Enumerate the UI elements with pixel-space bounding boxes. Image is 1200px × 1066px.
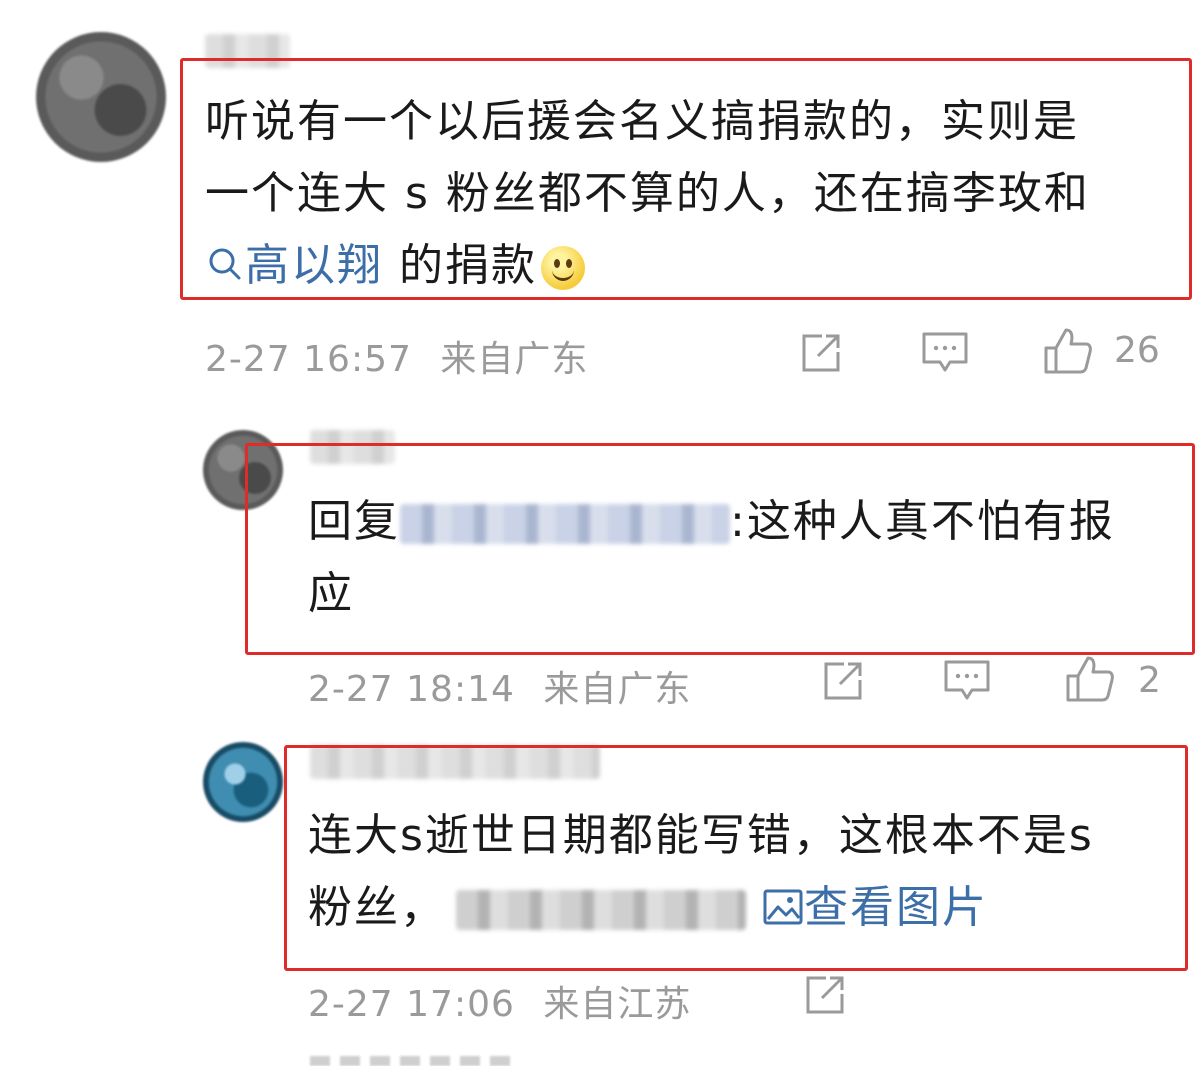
comment-icon[interactable] <box>942 658 992 704</box>
location: 来自江苏 <box>543 984 692 1025</box>
search-icon <box>209 248 241 280</box>
timestamp: 2-27 17:06 <box>308 984 515 1025</box>
timestamp: 2-27 16:57 <box>205 339 412 380</box>
share-icon[interactable] <box>820 658 866 704</box>
comment-line: 高以翔 的捐款 <box>205 230 1185 302</box>
reply-body: :这种人真不怕有报 <box>730 496 1115 547</box>
comment-text: 连大s逝世日期都能写错，这根本不是s 粉丝， 查看图片 <box>308 800 1168 944</box>
image-icon <box>763 889 803 925</box>
comment-meta: 2-27 17:06 来自江苏 <box>308 975 691 1027</box>
topic-link[interactable]: 高以翔 <box>205 240 399 291</box>
reply-text: 回复 :这种人真不怕有报 应 <box>308 486 1168 630</box>
topic-link-label: 高以翔 <box>245 240 383 291</box>
smile-emoji <box>541 246 585 290</box>
like-icon[interactable] <box>1042 326 1094 376</box>
comment-text: 听说有一个以后援会名义搞捐款的，实则是 一个连大 s 粉丝都不算的人，还在搞李玫… <box>205 86 1185 302</box>
like-icon[interactable] <box>1064 654 1116 704</box>
share-icon[interactable] <box>798 330 844 376</box>
reply-line: 回复 :这种人真不怕有报 <box>308 486 1168 558</box>
reply-prefix: 回复 <box>308 496 400 547</box>
location: 来自广东 <box>543 669 692 710</box>
view-image-link[interactable]: 查看图片 <box>762 882 988 933</box>
like-count: 2 <box>1138 660 1161 701</box>
avatar[interactable] <box>36 32 166 162</box>
comment-text-tail: 的捐款 <box>399 240 537 291</box>
comment-line: 听说有一个以后援会名义搞捐款的，实则是 <box>205 96 1079 147</box>
comment-meta: 2-27 16:57 来自广东 <box>205 330 588 382</box>
comment-icon[interactable] <box>920 330 970 376</box>
truncated-next-item <box>310 1056 510 1066</box>
avatar[interactable] <box>203 742 283 822</box>
comment-line: 一个连大 s 粉丝都不算的人，还在搞李玫和 <box>205 168 1090 219</box>
comment-line-start: 粉丝， <box>308 882 446 933</box>
share-icon[interactable] <box>802 972 848 1018</box>
comment-meta: 2-27 18:14 来自广东 <box>308 660 691 712</box>
comment-line: 连大s逝世日期都能写错，这根本不是s <box>308 810 1094 861</box>
location: 来自广东 <box>440 339 589 380</box>
view-image-label: 查看图片 <box>804 882 988 933</box>
blurred-text <box>456 890 746 930</box>
reply-line: 应 <box>308 568 354 619</box>
like-count: 26 <box>1114 330 1160 371</box>
comment-line: 粉丝， 查看图片 <box>308 872 1168 944</box>
reply-target-blurred[interactable] <box>400 504 730 544</box>
timestamp: 2-27 18:14 <box>308 669 515 710</box>
